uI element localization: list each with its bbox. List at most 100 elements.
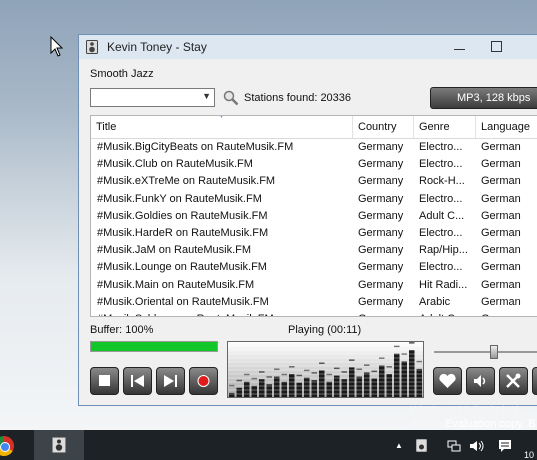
- mouse-cursor-icon: [50, 36, 64, 57]
- cell-country: Germany: [358, 261, 404, 274]
- volume-button[interactable]: [466, 367, 495, 395]
- taskbar-radio-app-button[interactable]: [34, 430, 84, 460]
- cell-title: #Musik.Club on RauteMusik.FM: [97, 158, 253, 171]
- spectrum-peak: [371, 370, 377, 373]
- speaker-tray-icon[interactable]: [416, 439, 427, 452]
- cell-title: #Musik.eXTreMe on RauteMusik.FM: [97, 175, 276, 188]
- volume-icon[interactable]: [469, 440, 485, 452]
- taskbar-clock[interactable]: 10: [524, 450, 534, 460]
- table-row[interactable]: #Musik.Club on RauteMusik.FM Germany Elect…: [91, 156, 537, 173]
- chevron-down-icon[interactable]: ▼: [202, 91, 211, 101]
- previous-icon: [131, 375, 144, 387]
- table-row[interactable]: #Musik.HardeR on RauteMusik.FM Germany Ele…: [91, 225, 537, 242]
- cell-title: #Musik.Goldies on RauteMusik.FM: [97, 209, 268, 222]
- cell-language: German: [481, 226, 521, 239]
- table-row[interactable]: #Musik.Main on RauteMusik.FM Germany Hit R…: [91, 277, 537, 294]
- spectrum-bar: [236, 387, 242, 397]
- cell-genre: Rap/Hip...: [419, 244, 468, 257]
- cell-language: German: [481, 141, 521, 153]
- window-title: Kevin Toney - Stay: [107, 40, 207, 54]
- spectrum-bar: [364, 372, 370, 397]
- app-window: Kevin Toney - Stay Smooth Jazz ▼ Station…: [78, 34, 537, 406]
- search-combobox[interactable]: ▼: [90, 88, 215, 107]
- cell-title: #Musik.JaM on RauteMusik.FM: [97, 244, 252, 257]
- speaker-icon: [474, 375, 486, 387]
- column-header-country[interactable]: Country: [353, 116, 414, 138]
- volume-slider[interactable]: [434, 345, 537, 359]
- cell-country: Germany: [358, 192, 404, 205]
- cell-genre: Hit Radi...: [419, 278, 468, 291]
- buffer-label: Buffer: 100%: [90, 324, 154, 336]
- format-button[interactable]: MP3, 128 kbps: [430, 87, 537, 109]
- cell-title: #Musik.BigCityBeats on RauteMusik.FM: [97, 141, 294, 153]
- spectrum-bar: [289, 374, 295, 397]
- stations-found-count: Stations found: 20336: [244, 92, 352, 104]
- table-row[interactable]: #Musik.Goldies on RauteMusik.FM Germany Ad…: [91, 208, 537, 225]
- title-bar[interactable]: Kevin Toney - Stay: [79, 35, 537, 59]
- cell-genre: Electro...: [419, 226, 463, 239]
- more-button[interactable]: [532, 367, 537, 395]
- station-table: Title Country Genre Language ▼ #Musik.Bi…: [90, 115, 537, 317]
- cell-genre: Rock-H...: [419, 175, 465, 188]
- table-row[interactable]: #Musik.Lounge on RauteMusik.FM Germany Ele…: [91, 259, 537, 276]
- cell-genre: Arabic: [419, 295, 451, 308]
- spectrum-bar: [401, 361, 407, 397]
- favorite-heart-icon: [439, 373, 456, 388]
- spectrum-peak: [409, 342, 415, 344]
- table-row[interactable]: #Musik.eXTreMe on RauteMusik.FM Germany Ro…: [91, 173, 537, 190]
- notification-icon[interactable]: [498, 439, 512, 452]
- column-header-language[interactable]: Language: [476, 116, 537, 138]
- previous-button[interactable]: [123, 367, 152, 395]
- tray-expand-icon[interactable]: ▲: [395, 441, 403, 450]
- cell-country: Germany: [358, 295, 404, 308]
- stop-icon: [99, 375, 110, 386]
- next-button[interactable]: [156, 367, 185, 395]
- table-row[interactable]: #Musik.BigCityBeats on RauteMusik.FM Germ…: [91, 139, 537, 156]
- cell-country: Germany: [358, 226, 404, 239]
- network-icon[interactable]: [447, 440, 461, 452]
- spectrum-visualizer: [227, 341, 424, 398]
- record-button[interactable]: [189, 367, 218, 395]
- table-row[interactable]: #Musik.FunkY on RauteMusik.FM Germany Elec…: [91, 191, 537, 208]
- spectrum-bar: [416, 368, 422, 397]
- spectrum-bar: [386, 374, 392, 397]
- settings-button[interactable]: [499, 367, 528, 395]
- playing-status: Playing (00:11): [288, 324, 362, 336]
- search-icon[interactable]: [223, 90, 239, 106]
- cell-country: Germany: [358, 158, 404, 171]
- cell-country: Germany: [358, 278, 404, 291]
- maximize-button[interactable]: [481, 38, 511, 56]
- spectrum-peak: [259, 371, 265, 373]
- table-row[interactable]: #Musik.Oriental on RauteMusik.FM Germany A…: [91, 294, 537, 311]
- favorite-button[interactable]: [433, 367, 462, 395]
- spectrum-bar: [251, 385, 257, 397]
- cell-language: German: [481, 192, 521, 205]
- spectrum-peak: [341, 371, 347, 373]
- cell-title: #Musik.Main on RauteMusik.FM: [97, 278, 255, 291]
- spectrum-peak: [319, 362, 325, 364]
- cell-country: Germany: [353, 311, 414, 316]
- cell-country: Germany: [358, 175, 404, 188]
- spectrum-peak: [311, 372, 317, 374]
- table-row[interactable]: #Musik.JaM on RauteMusik.FM Germany Rap/Hi…: [91, 242, 537, 259]
- cell-language: German: [481, 278, 521, 291]
- cell-language: German: [476, 311, 537, 316]
- minimize-button[interactable]: [445, 38, 475, 56]
- buffer-progress-bar: [90, 341, 218, 352]
- cell-country: Germany: [358, 209, 404, 222]
- cell-language: German: [481, 261, 521, 274]
- watermark-line-2: Evaluation copy. B: [445, 418, 536, 430]
- stop-button[interactable]: [90, 367, 119, 395]
- cell-title: #Musik.FunkY on RauteMusik.FM: [97, 192, 262, 205]
- cell-title: #Musik.Oriental on RauteMusik.FM: [97, 295, 269, 308]
- cell-genre: Electro...: [419, 141, 463, 153]
- sort-indicator-icon: ▼: [218, 115, 225, 120]
- cell-language: German: [481, 244, 521, 257]
- cell-title: #Musik.Schlager on RauteMusik.FM: [91, 311, 353, 316]
- volume-slider-thumb[interactable]: [490, 345, 498, 359]
- spectrum-bar: [281, 381, 287, 397]
- spectrum-peak: [296, 374, 302, 377]
- column-header-genre[interactable]: Genre: [414, 116, 476, 138]
- table-row[interactable]: #Musik.Schlager on RauteMusik.FMGermanyA…: [91, 311, 537, 316]
- cell-genre: Electro...: [419, 261, 463, 274]
